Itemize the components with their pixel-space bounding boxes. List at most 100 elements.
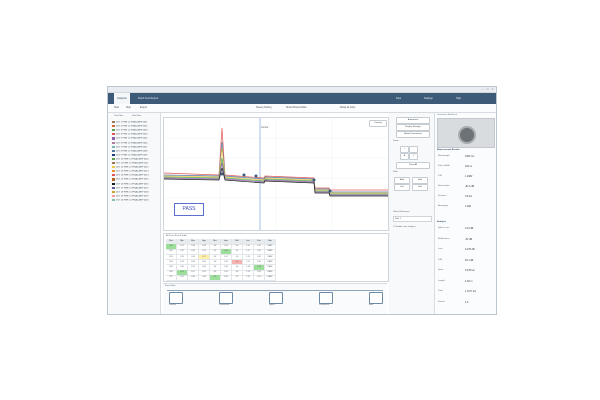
list-item[interactable]: DUT 17 FWR C1 FINAL AIRP 0017 <box>112 186 158 190</box>
reference-button[interactable]: Ref <box>412 184 428 191</box>
clear-all-button[interactable]: Clear All <box>396 162 430 169</box>
list-item[interactable]: DUT 8 FWR C1 FINAL AIRP 0008 <box>112 149 158 153</box>
list-item-label: DUT 16 FWR C1 FINAL AIRP 0016 <box>116 183 149 186</box>
reference-select[interactable]: Port 1 <box>393 216 432 222</box>
table-cell: P07 <box>166 275 177 281</box>
show-filtered-toggle[interactable]: Show Filtered Data <box>286 106 306 109</box>
event-marker-icon[interactable] <box>269 292 283 304</box>
relay-all-ports[interactable]: Relay all ports <box>340 106 355 109</box>
list-item[interactable]: DUT 1 FWR C1 FINAL AIRP 0001 <box>112 121 158 124</box>
event-marker-icon[interactable] <box>169 292 183 304</box>
metric-value: 100 ns <box>465 165 473 168</box>
metric-value: -52 dB <box>465 237 473 241</box>
end-face-image[interactable] <box>437 118 495 148</box>
table-cell: 0.31 <box>254 275 265 281</box>
help-menu[interactable]: Help <box>456 96 461 101</box>
delete-button[interactable]: Del <box>394 184 410 191</box>
start-button[interactable]: Start <box>114 106 119 109</box>
trace-color-swatch <box>112 157 115 161</box>
edit-button[interactable]: Edit <box>412 177 428 184</box>
match-parameters-button[interactable]: Match Parameters <box>396 131 430 138</box>
trace-color-swatch <box>112 174 115 177</box>
stop-button[interactable]: Stop <box>126 106 131 109</box>
list-item[interactable]: DUT 5 FWR C1 FINAL AIRP 0005 <box>112 137 158 140</box>
list-item[interactable]: DUT 16 FWR C1 FINAL AIRP 0016 <box>112 182 158 186</box>
list-item[interactable]: DUT 15 FWR C1 FINAL AIRP 0015 <box>112 178 158 181</box>
metric-value: 1.3177 km <box>465 290 477 293</box>
measurement-results-header: Measurement Results <box>437 149 460 151</box>
trace-color-swatch <box>112 182 115 185</box>
metric-label: Averaging <box>438 205 448 207</box>
metric-value: -81.6 dB <box>465 185 475 188</box>
list-item[interactable]: DUT 18 FWR C1 FINAL AIRP 0018 <box>112 190 158 194</box>
list-item-label: DUT 2 FWR C1 FINAL AIRP 0002 <box>116 125 148 128</box>
list-item[interactable]: DUT 6 FWR C1 FINAL AIRP 0006 <box>112 141 158 145</box>
list-item-label: DUT 15 FWR C1 FINAL AIRP 0015 <box>116 179 149 182</box>
tab-port-files[interactable]: Port Files <box>132 115 141 117</box>
list-item-label: DUT 8 FWR C1 FINAL AIRP 0008 <box>116 150 148 153</box>
list-item-label: DUT 12 FWR C1 FINAL AIRP 0012 <box>116 166 149 169</box>
metric-label: Backscatter <box>438 185 450 187</box>
settings-menu[interactable]: Settings <box>424 96 433 101</box>
list-item-label: DUT 10 FWR C1 FINAL AIRP 0010 <box>116 158 149 161</box>
list-item-label: DUT 20 FWR C1 FINAL AIRP 0020 <box>116 199 149 202</box>
trace-color-swatch <box>112 153 115 156</box>
list-item[interactable]: DUT 2 FWR C1 FINAL AIRP 0002 <box>112 125 158 128</box>
list-item[interactable]: DUT 10 FWR C1 FINAL AIRP 0010 <box>112 157 158 161</box>
trace-color-swatch <box>112 125 115 128</box>
tab-test-files[interactable]: Test Files <box>114 115 123 117</box>
zoom-in-icon[interactable]: + <box>400 146 409 153</box>
sweep-setting[interactable]: Sweep Setting <box>256 106 271 109</box>
trace-color-swatch <box>112 137 115 140</box>
list-item[interactable]: DUT 12 FWR C1 FINAL AIRP 0012 <box>112 166 158 169</box>
list-item-label: DUT 14 FWR C1 FINAL AIRP 0014 <box>116 174 149 177</box>
close-icon[interactable]: × <box>490 87 495 92</box>
metric-label: Wavelength <box>438 155 450 157</box>
list-item[interactable]: DUT 14 FWR C1 FINAL AIRP 0014 <box>112 174 158 177</box>
metric-value: 0.8 km <box>465 195 473 198</box>
tab-analysis[interactable]: Analysis <box>114 93 130 104</box>
event-marker-icon[interactable] <box>369 292 383 304</box>
files-menu[interactable]: Files <box>396 96 401 101</box>
list-item-label: DUT 3 FWR C1 FINAL AIRP 0003 <box>116 129 148 132</box>
metric-label: Length <box>438 279 445 282</box>
pan-icon[interactable]: ✥ <box>400 153 409 160</box>
trace-color-swatch <box>112 145 115 148</box>
list-item[interactable]: DUT 20 FWR C1 FINAL AIRP 0020 <box>112 198 158 202</box>
metric-label: Events <box>438 300 445 303</box>
list-item-label: DUT 13 FWR C1 FINAL AIRP 0013 <box>116 170 149 173</box>
event-map-axis <box>167 290 383 291</box>
list-item[interactable]: DUT 4 FWR C1 FINAL AIRP 0004 <box>112 133 158 136</box>
cursor-label: Cursor <box>261 126 269 129</box>
trace-plot[interactable]: Cursor PASS Overlay <box>163 117 389 231</box>
metric-label: Reflectance <box>438 237 450 240</box>
toolbar: Start Stop Export Sweep Setting Show Fil… <box>108 104 496 113</box>
list-item[interactable]: DUT 7 FWR C1 FINAL AIRP 0007 <box>112 145 158 149</box>
main-panel: Cursor PASS Overlay All Ports Result Tab… <box>161 113 389 314</box>
list-item[interactable]: DUT 9 FWR C1 FINAL AIRP 0009 <box>112 153 158 157</box>
add-button[interactable]: Add <box>394 177 410 184</box>
pass-badge: PASS <box>174 203 204 216</box>
event-marker-icon[interactable] <box>219 292 233 304</box>
trace-color-swatch <box>112 162 115 165</box>
list-item-label: DUT 7 FWR C1 FINAL AIRP 0007 <box>116 146 148 149</box>
event-marker-icon[interactable] <box>319 292 333 304</box>
list-item[interactable]: DUT 19 FWR C1 FINAL AIRP 0019 <box>112 194 158 198</box>
metric-label: Loss <box>438 248 443 250</box>
list-item[interactable]: DUT 13 FWR C1 FINAL AIRP 0013 <box>112 170 158 173</box>
event-label: End <box>369 304 373 306</box>
display-settings-button[interactable]: Display Settings <box>396 124 430 131</box>
list-item[interactable]: DUT 11 FWR C1 FINAL AIRP 0011 <box>112 162 158 165</box>
overlay-button[interactable]: Overlay <box>369 120 387 127</box>
list-item[interactable]: DUT 3 FWR C1 FINAL AIRP 0003 <box>112 129 158 132</box>
automatch-button[interactable]: Automatch <box>396 117 430 124</box>
event-label: Connector <box>319 304 330 306</box>
fit-icon[interactable]: ⤢ <box>409 153 418 160</box>
table-cell: 1.20 <box>243 275 254 281</box>
export-button[interactable]: Export <box>140 106 147 109</box>
list-item-label: DUT 11 FWR C1 FINAL AIRP 0011 <box>116 162 149 165</box>
auto-analysis-checkbox[interactable]: ☐ Enable auto analysis <box>393 225 416 228</box>
zoom-out-icon[interactable]: − <box>409 146 418 153</box>
tab-flash-test-report[interactable]: Flash Test Report <box>138 93 158 104</box>
list-item-label: DUT 17 FWR C1 FINAL AIRP 0017 <box>116 187 149 190</box>
